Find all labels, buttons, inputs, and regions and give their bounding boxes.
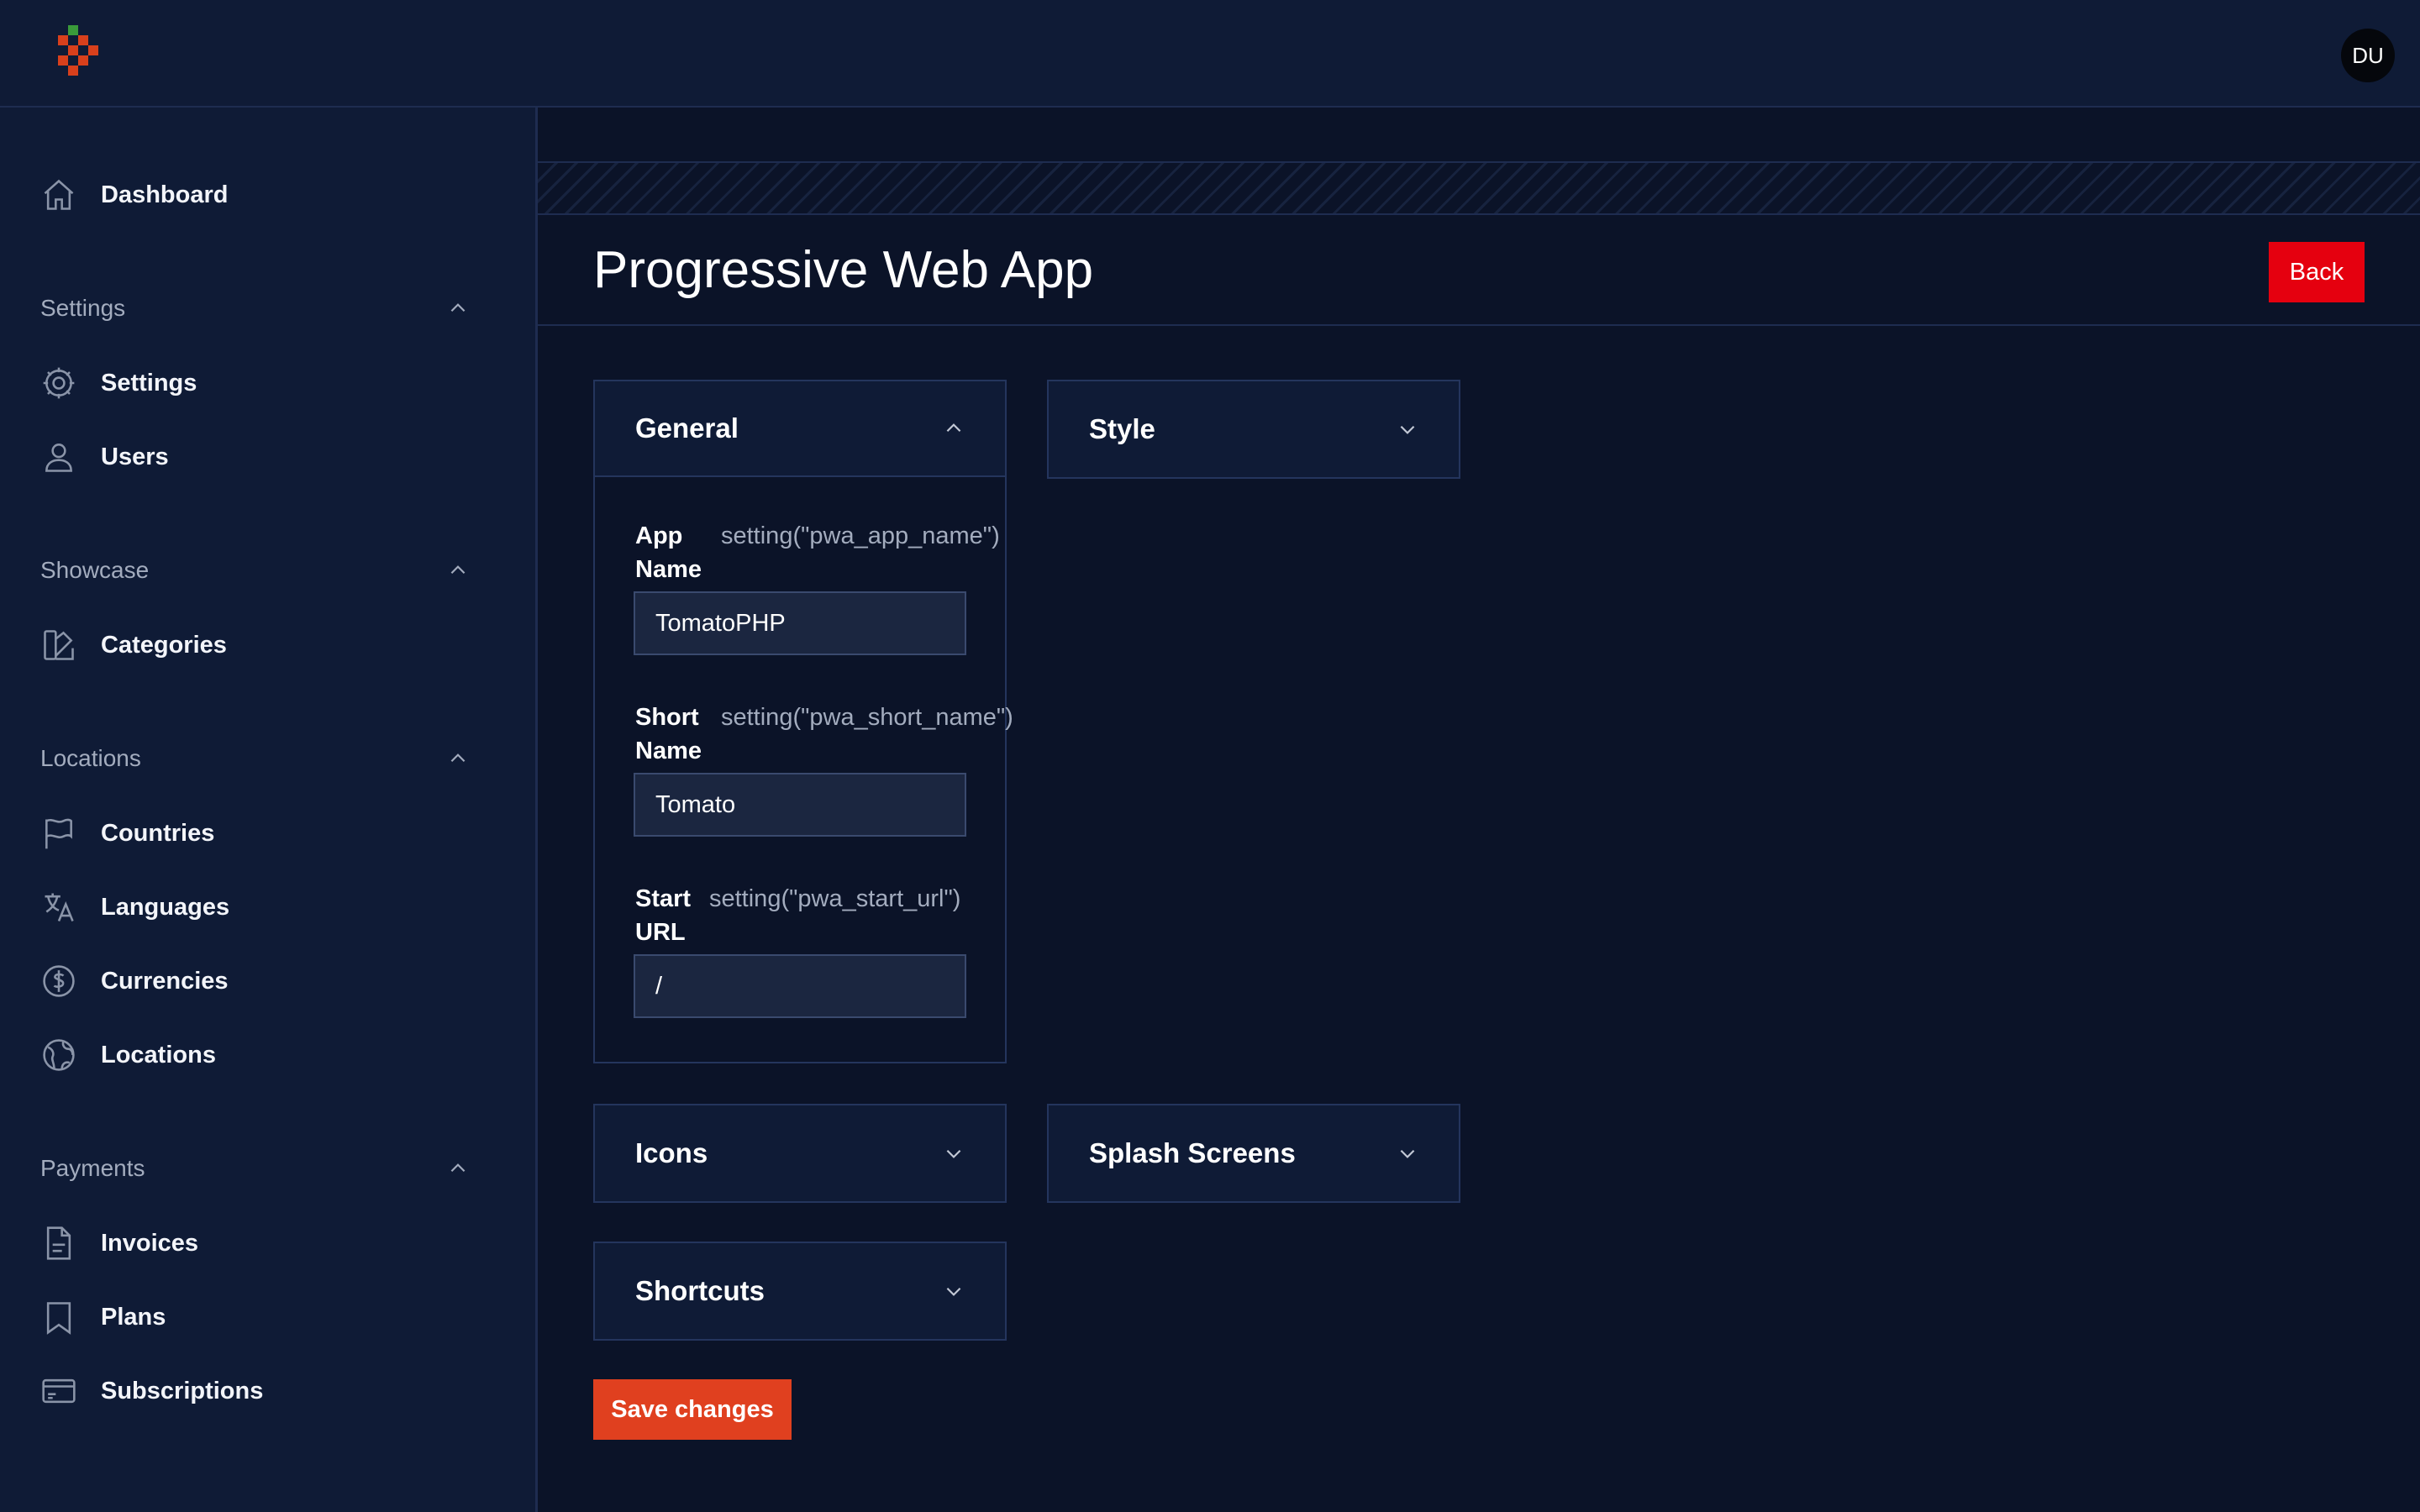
chevron-up-icon — [450, 565, 466, 575]
dollar-icon — [43, 965, 75, 997]
decorative-stripe — [538, 161, 2420, 215]
field-hint: setting("pwa_app_name") — [721, 522, 1000, 549]
credit-card-icon — [42, 1378, 76, 1404]
section-title: Splash Screens — [1089, 1137, 1296, 1168]
chevron-down-icon — [1400, 425, 1415, 434]
group-label: Locations — [40, 745, 141, 771]
field-label: Start URL — [635, 885, 692, 946]
sidebar-item-settings[interactable]: Settings — [40, 358, 494, 408]
sidebar-group-locations[interactable]: Locations — [40, 738, 469, 780]
sidebar-item-locations[interactable]: Locations — [40, 1030, 494, 1080]
field-label: App Name — [635, 522, 702, 583]
globe-icon — [43, 1039, 75, 1071]
gear-icon — [43, 367, 75, 399]
chevron-up-icon — [450, 753, 466, 763]
sidebar-group-payments[interactable]: Payments — [40, 1147, 469, 1189]
sidebar-item-label: Locations — [101, 1041, 216, 1068]
chevron-up-icon — [450, 1163, 466, 1173]
group-label: Showcase — [40, 557, 150, 583]
translate-icon — [45, 893, 74, 921]
sidebar-item-label: Invoices — [101, 1229, 199, 1257]
bookmark-icon — [46, 1302, 71, 1335]
sidebar-item-label: Currencies — [101, 967, 229, 995]
sidebar-item-label: Languages — [101, 893, 230, 921]
field-hint: setting("pwa_start_url") — [709, 885, 961, 912]
save-changes-button[interactable]: Save changes — [593, 1379, 792, 1440]
section-general-header[interactable]: General — [595, 381, 1005, 477]
section-splash-screens[interactable]: Splash Screens — [1047, 1104, 1460, 1203]
top-bar: DU — [0, 0, 2420, 108]
user-avatar[interactable]: DU — [2341, 29, 2395, 82]
section-icons[interactable]: Icons — [593, 1104, 1007, 1203]
group-label: Settings — [40, 295, 126, 321]
page-header: Progressive Web App Back — [538, 215, 2420, 326]
sidebar-group-settings[interactable]: Settings — [40, 287, 469, 329]
home-icon — [44, 179, 74, 210]
section-general: General App Name setting("pwa_app_name")… — [593, 380, 1013, 1063]
sidebar-item-subscriptions[interactable]: Subscriptions — [40, 1366, 494, 1416]
chevron-down-icon — [1400, 1149, 1415, 1158]
chevron-up-icon — [450, 303, 466, 312]
section-shortcuts-header[interactable]: Shortcuts — [595, 1243, 1005, 1339]
sidebar-item-countries[interactable]: Countries — [40, 808, 494, 858]
section-shortcuts[interactable]: Shortcuts — [593, 1242, 1007, 1341]
user-icon — [45, 444, 72, 472]
sidebar-item-label: Dashboard — [101, 181, 229, 208]
sidebar-item-currencies[interactable]: Currencies — [40, 956, 494, 1006]
section-splash-header[interactable]: Splash Screens — [1049, 1105, 1459, 1201]
sidebar-item-users[interactable]: Users — [40, 432, 494, 482]
sidebar-item-languages[interactable]: Languages — [40, 882, 494, 932]
section-title: General — [635, 412, 739, 444]
sidebar-item-label: Categories — [101, 631, 227, 659]
section-style-header[interactable]: Style — [1049, 381, 1459, 477]
sidebar: Dashboard Settings Settings Users Showca… — [0, 108, 538, 1512]
flag-icon — [45, 818, 72, 849]
section-style[interactable]: Style — [1047, 380, 1460, 479]
sidebar-item-label: Plans — [101, 1303, 166, 1331]
app-name-input[interactable]: TomatoPHP — [634, 591, 966, 655]
start-url-input[interactable]: / — [634, 954, 966, 1018]
sidebar-item-label: Countries — [101, 819, 215, 847]
short-name-input[interactable]: Tomato — [634, 773, 966, 837]
field-hint: setting("pwa_short_name") — [721, 704, 1013, 731]
sidebar-item-dashboard[interactable]: Dashboard — [40, 170, 494, 220]
back-button[interactable]: Back — [2269, 242, 2365, 302]
sidebar-item-categories[interactable]: Categories — [40, 620, 494, 670]
sidebar-group-showcase[interactable]: Showcase — [40, 549, 469, 591]
document-icon — [46, 1226, 71, 1260]
page-title: Progressive Web App — [593, 241, 1094, 299]
section-title: Style — [1089, 413, 1155, 444]
sidebar-item-label: Settings — [101, 369, 197, 396]
section-title: Shortcuts — [635, 1275, 765, 1306]
sidebar-item-invoices[interactable]: Invoices — [40, 1218, 494, 1268]
chevron-down-icon — [946, 1149, 961, 1158]
group-label: Payments — [40, 1155, 145, 1181]
section-icons-header[interactable]: Icons — [595, 1105, 1005, 1201]
field-label: Short Name — [635, 704, 702, 764]
sidebar-item-plans[interactable]: Plans — [40, 1292, 494, 1342]
chevron-up-icon — [946, 423, 961, 433]
sidebar-item-label: Users — [101, 443, 169, 470]
section-title: Icons — [635, 1137, 708, 1168]
logo-icon[interactable] — [55, 25, 106, 84]
chevron-down-icon — [946, 1287, 961, 1296]
sidebar-item-label: Subscriptions — [101, 1377, 264, 1404]
swatch-icon — [44, 630, 74, 660]
